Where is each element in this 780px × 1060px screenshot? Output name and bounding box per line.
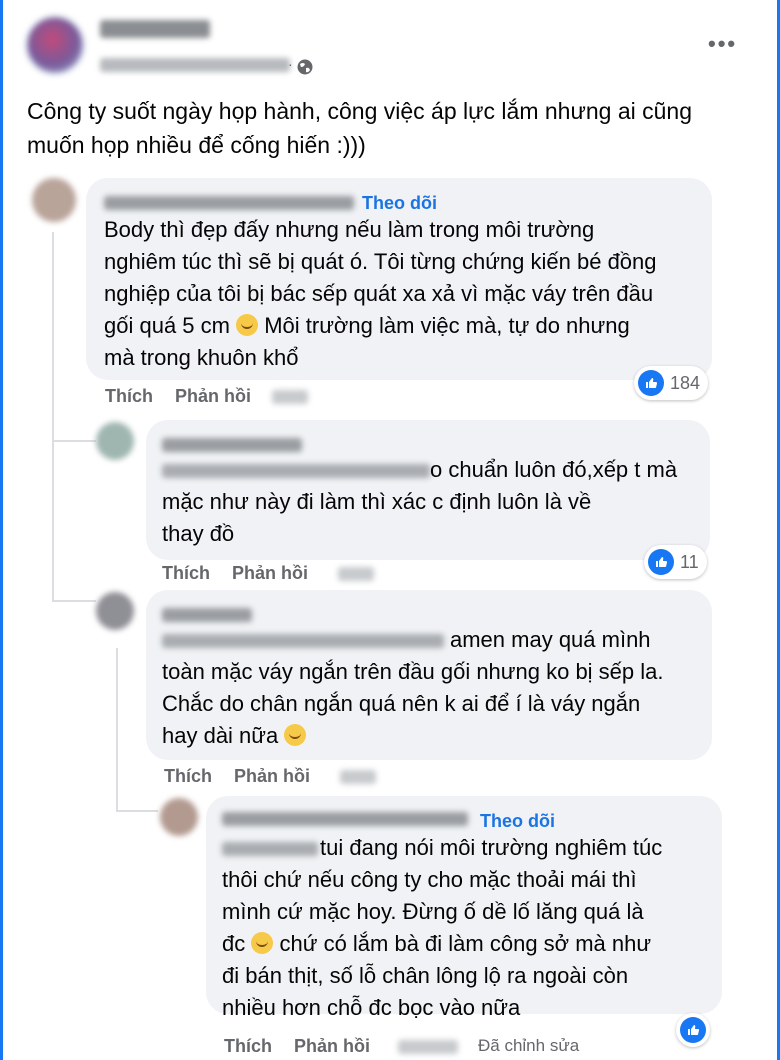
comment-actions: Thích Phản hồi — [224, 1036, 392, 1057]
comment-time[interactable] — [272, 390, 308, 404]
comment-time[interactable] — [340, 770, 376, 784]
reaction-count-value: 184 — [670, 372, 701, 393]
comment-text: mặc như này đi làm thì xác c định luôn l… — [162, 489, 592, 546]
edited-label: Đã chỉnh sửa — [478, 1036, 580, 1055]
commenter-name[interactable] — [104, 196, 354, 210]
thread-branch — [52, 600, 96, 602]
reaction-count[interactable]: 184 — [634, 366, 709, 400]
more-options-icon[interactable]: ••• — [708, 33, 737, 55]
comment-text: amen may quá mình — [450, 627, 651, 652]
follow-button[interactable]: Theo dõi — [480, 811, 555, 832]
comment-text-part: chứ có lắm bà đi làm công sở mà như đi b… — [222, 931, 652, 1020]
thread-branch — [52, 440, 96, 442]
commenter-handle — [222, 842, 318, 856]
like-link[interactable]: Thích — [105, 386, 153, 406]
commenter-name[interactable] — [222, 812, 468, 826]
thread-branch — [116, 810, 158, 812]
comment-text: thôi chứ nếu công ty cho mặc thoải mái t… — [222, 864, 717, 1024]
like-link[interactable]: Thích — [224, 1036, 272, 1056]
comment-text-part: toàn mặc váy ngắn trên đầu gối nhưng ko … — [162, 659, 664, 748]
meta-separator: · — [288, 56, 293, 72]
comment-time[interactable] — [338, 567, 374, 581]
commenter-avatar[interactable] — [96, 592, 134, 630]
commenter-name[interactable] — [162, 608, 252, 622]
post-author-name[interactable] — [100, 20, 210, 38]
post-text: Công ty suốt ngày họp hành, công việc áp… — [27, 98, 692, 158]
reply-link[interactable]: Phản hồi — [232, 563, 308, 583]
emoji-icon — [236, 314, 259, 336]
post-timestamp[interactable] — [100, 58, 290, 72]
reaction-count[interactable] — [676, 1013, 710, 1047]
thread-line — [52, 232, 54, 602]
reply-link[interactable]: Phản hồi — [234, 766, 310, 786]
thread-line — [116, 648, 118, 812]
commenter-handle — [162, 464, 430, 478]
like-link[interactable]: Thích — [164, 766, 212, 786]
commenter-avatar[interactable] — [160, 798, 198, 836]
comment-text: o chuẩn luôn đó,xếp t mà — [430, 457, 678, 482]
commenter-name[interactable] — [162, 438, 302, 452]
reaction-count-value: 11 — [680, 551, 699, 572]
like-icon — [680, 1017, 706, 1043]
like-icon — [648, 549, 674, 575]
reaction-count[interactable]: 11 — [644, 545, 707, 579]
emoji-icon — [251, 932, 274, 954]
commenter-avatar[interactable] — [32, 178, 76, 222]
comment-actions: Thích Phản hồi — [162, 563, 330, 584]
comment-text: Body thì đẹp đấy nhưng nếu làm trong môi… — [104, 214, 704, 374]
comment-actions: Thích Phản hồi — [105, 386, 273, 407]
globe-icon — [297, 59, 313, 75]
comment-actions: Thích Phản hồi — [164, 766, 332, 787]
like-link[interactable]: Thích — [162, 563, 210, 583]
comment-text: toàn mặc váy ngắn trên đầu gối nhưng ko … — [162, 656, 707, 752]
reply-link[interactable]: Phản hồi — [175, 386, 251, 406]
emoji-icon — [284, 724, 307, 746]
like-icon — [638, 370, 664, 396]
frame-border-left — [0, 0, 3, 1060]
commenter-avatar[interactable] — [96, 422, 134, 460]
comment-time[interactable] — [398, 1040, 458, 1054]
post-author-avatar[interactable] — [25, 15, 85, 75]
reply-link[interactable]: Phản hồi — [294, 1036, 370, 1056]
follow-button[interactable]: Theo dõi — [362, 193, 437, 214]
commenter-handle — [162, 634, 444, 648]
comment-text: tui đang nói môi trường nghiêm túc — [320, 835, 663, 860]
